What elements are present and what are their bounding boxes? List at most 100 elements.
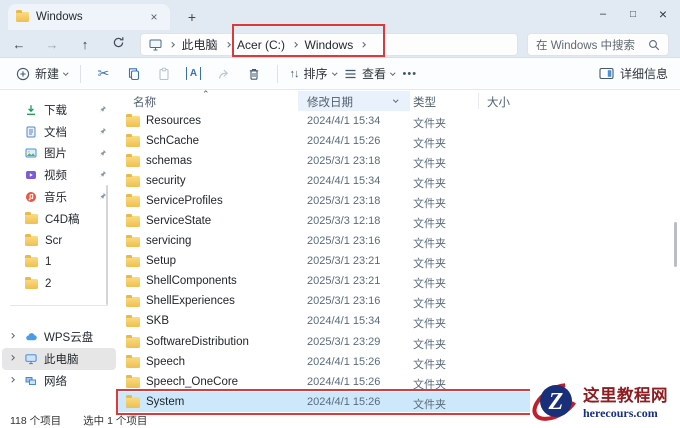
folder-icon [126, 114, 140, 127]
table-row[interactable]: security 2024/4/1 15:34 文件夹 [118, 171, 658, 191]
file-name: security [146, 174, 186, 187]
file-name: ServiceState [146, 214, 212, 227]
rename-button[interactable]: A [179, 62, 209, 86]
folder-icon [126, 274, 140, 288]
music-icon [26, 192, 36, 203]
table-row[interactable]: SKB 2024/4/1 15:34 文件夹 [118, 312, 658, 332]
file-rows: Resources 2024/4/1 15:34 文件夹 SchCache 2024/… [118, 111, 658, 413]
tab-title: Windows [36, 11, 83, 23]
table-row[interactable]: ShellExperiences 2025/3/1 23:16 文件夹 [118, 292, 658, 312]
copy-icon [128, 67, 139, 80]
table-row[interactable]: ShellComponents 2025/3/1 23:21 文件夹 [118, 272, 658, 292]
table-row[interactable]: schemas 2025/3/1 23:18 文件夹 [118, 151, 658, 171]
close-button[interactable]: × [648, 0, 678, 28]
table-row[interactable]: ServiceState 2025/3/3 12:18 文件夹 [118, 211, 658, 231]
sidebar-scrollbar[interactable] [106, 185, 108, 305]
refresh-icon [113, 37, 123, 48]
more-options-button[interactable]: ••• [399, 68, 422, 80]
file-date: 2025/3/1 23:21 [307, 275, 381, 288]
watermark-site-name: 这里教程网 [583, 385, 668, 405]
table-row[interactable]: SchCache 2024/4/1 15:26 文件夹 [118, 131, 658, 151]
sidebar-item-scr[interactable]: Scr [2, 230, 116, 252]
sidebar-item-folder-1[interactable]: 1 [2, 252, 116, 274]
file-type: 文件夹 [413, 238, 446, 251]
sidebar-item-this-pc[interactable]: 此电脑 [2, 347, 116, 370]
details-pane-button[interactable]: 详细信息 [599, 65, 668, 82]
sidebar-item-music[interactable]: 音乐 [2, 186, 116, 208]
paste-button[interactable] [149, 62, 179, 86]
share-icon [218, 69, 228, 79]
breadcrumb-acer-c[interactable]: Acer (C:) [237, 38, 285, 52]
new-button[interactable]: 新建 [12, 65, 72, 82]
folder-icon [126, 355, 140, 368]
chevron-right-icon[interactable] [9, 377, 15, 382]
file-name: servicing [146, 235, 192, 248]
back-button[interactable]: ← [10, 37, 28, 52]
file-type: 文件夹 [413, 177, 446, 190]
column-size[interactable]: 大小 [487, 94, 510, 110]
new-tab-button[interactable]: + [182, 7, 202, 27]
copy-button[interactable] [119, 62, 149, 86]
cut-button[interactable]: ✂ [89, 62, 119, 86]
table-row[interactable]: SoftwareDistribution 2025/3/1 23:29 文件夹 [118, 332, 658, 352]
chevron-right-icon[interactable] [9, 333, 15, 339]
file-name: Resources [146, 114, 201, 127]
table-row[interactable]: servicing 2025/3/1 23:16 文件夹 [118, 232, 658, 252]
sidebar-item-pictures[interactable]: 图片 [2, 143, 116, 165]
sidebar-item-label: 音乐 [44, 192, 67, 205]
file-date: 2025/3/1 23:18 [307, 154, 381, 167]
table-row[interactable]: Setup 2025/3/1 23:21 文件夹 [118, 252, 658, 272]
column-name[interactable]: 名称 [133, 94, 156, 110]
search-input[interactable]: 在 Windows 中搜索 [527, 33, 669, 56]
rename-icon: A [185, 67, 202, 80]
sidebar-item-label: 下载 [44, 104, 67, 117]
table-row[interactable]: Speech 2024/4/1 15:26 文件夹 [118, 352, 658, 372]
tab-close-icon[interactable]: × [146, 9, 162, 25]
maximize-button[interactable]: □ [618, 0, 648, 28]
sidebar-item-folder-2[interactable]: 2 [2, 273, 116, 295]
document-icon [26, 126, 36, 138]
selected-count: 选中 1 个项目 [83, 415, 148, 427]
refresh-button[interactable] [109, 36, 127, 52]
sidebar-item-documents[interactable]: 文档 [2, 121, 116, 143]
file-date: 2024/4/1 15:26 [307, 375, 381, 388]
watermark: Z 这里教程网 herecours.com [530, 374, 680, 428]
chevron-right-icon [360, 42, 366, 47]
folder-icon [126, 315, 140, 328]
cloud-icon [26, 333, 37, 341]
sidebar-item-videos[interactable]: 视频 [2, 164, 116, 186]
share-button[interactable] [209, 62, 239, 86]
sidebar-item-label: 网络 [44, 375, 67, 388]
folder-icon [25, 233, 38, 246]
table-row[interactable]: ServiceProfiles 2025/3/1 23:18 文件夹 [118, 191, 658, 211]
view-button[interactable]: 查看 [340, 65, 399, 82]
up-button[interactable]: ↑ [76, 37, 94, 52]
sidebar-item-wps-cloud[interactable]: WPS云盘 [2, 326, 116, 348]
file-name: Speech [146, 355, 186, 368]
sort-ascending-icon: ⌃ [202, 89, 210, 99]
chevron-down-icon [63, 70, 69, 75]
delete-button[interactable] [239, 62, 269, 86]
file-list: ⌃ 名称 修改日期 类型 大小 Resources 2024/4/1 15:34 文… [118, 89, 680, 413]
file-explorer-window: Windows × + – □ × ← → ↑ 此电脑 Acer (C:) Wi… [0, 0, 680, 428]
column-type[interactable]: 类型 [413, 94, 436, 110]
chevron-right-icon[interactable] [9, 355, 15, 361]
sort-button[interactable]: ↑↓ 排序 [286, 65, 341, 82]
this-pc-icon [149, 39, 162, 50]
breadcrumb-this-pc[interactable]: 此电脑 [182, 36, 218, 53]
sidebar-item-c4d[interactable]: C4D稿 [2, 208, 116, 230]
minimize-button[interactable]: – [588, 0, 618, 28]
explorer-tab-windows[interactable]: Windows × [8, 4, 170, 30]
sidebar-item-download[interactable]: 下载 [2, 99, 116, 121]
sidebar-item-label: 图片 [44, 148, 67, 161]
chevron-right-icon [224, 42, 230, 47]
address-input[interactable]: 此电脑 Acer (C:) Windows [140, 33, 518, 56]
sidebar-item-network[interactable]: 网络 [2, 370, 116, 392]
list-scrollbar[interactable] [674, 222, 677, 267]
column-date-modified[interactable]: 修改日期 [307, 94, 353, 110]
breadcrumb-windows[interactable]: Windows [305, 38, 354, 52]
forward-button[interactable]: → [43, 37, 61, 52]
search-icon [649, 39, 660, 50]
file-date: 2025/3/1 23:29 [307, 335, 381, 348]
table-row[interactable]: Resources 2024/4/1 15:34 文件夹 [118, 111, 658, 131]
